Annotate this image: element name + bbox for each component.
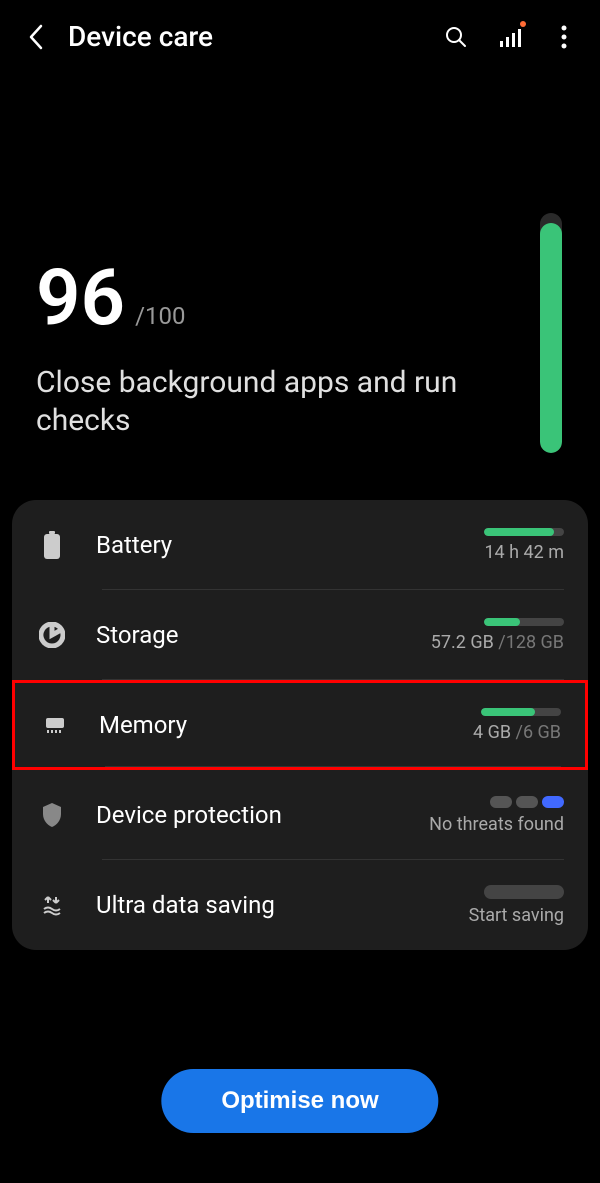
datasaving-detail: Start saving [469, 905, 564, 926]
datasaving-progress [484, 885, 564, 899]
more-icon[interactable] [552, 25, 576, 49]
protection-label: Device protection [96, 801, 429, 829]
battery-icon [36, 529, 68, 561]
optimize-button[interactable]: Optimise now [161, 1069, 438, 1133]
battery-label: Battery [96, 531, 484, 559]
datasaving-label: Ultra data saving [96, 891, 469, 919]
storage-item[interactable]: Storage 57.2 GB /128 GB [12, 590, 588, 680]
storage-label: Storage [96, 621, 431, 649]
device-care-list: Battery 14 h 42 m Storage 57.2 GB /128 G… [12, 500, 588, 950]
battery-detail: 14 h 42 m [484, 542, 564, 563]
memory-label: Memory [99, 711, 473, 739]
storage-icon [36, 619, 68, 651]
score-section: 96 /100 Close background apps and run ch… [0, 73, 600, 500]
memory-item[interactable]: Memory 4 GB /6 GB [12, 680, 588, 770]
score-subtitle: Close background apps and run checks [36, 364, 476, 440]
battery-progress [484, 528, 564, 536]
score-progress-bar [540, 213, 562, 453]
data-saving-icon [36, 889, 68, 921]
back-icon[interactable] [24, 25, 48, 49]
memory-progress [481, 708, 561, 716]
score-max: /100 [135, 302, 185, 330]
protection-status-dots [490, 796, 564, 808]
protection-item[interactable]: Device protection No threats found [12, 770, 588, 860]
shield-icon [36, 799, 68, 831]
signal-icon[interactable] [498, 25, 522, 49]
storage-progress [484, 618, 564, 626]
protection-detail: No threats found [429, 814, 564, 835]
search-icon[interactable] [444, 25, 468, 49]
storage-detail: 57.2 GB /128 GB [431, 632, 564, 653]
memory-icon [39, 709, 71, 741]
memory-detail: 4 GB /6 GB [473, 722, 561, 743]
notification-dot-icon [520, 21, 526, 27]
page-title: Device care [68, 20, 424, 53]
score-value: 96 [36, 253, 125, 344]
datasaving-item[interactable]: Ultra data saving Start saving [12, 860, 588, 950]
battery-item[interactable]: Battery 14 h 42 m [12, 500, 588, 590]
